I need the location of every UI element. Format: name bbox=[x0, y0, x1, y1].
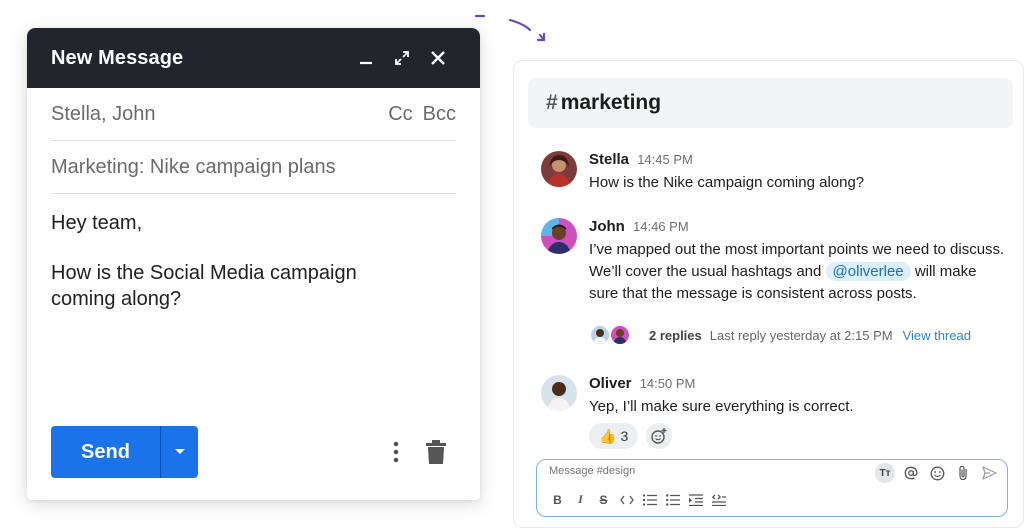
message-text: How is the Nike campaign coming along? bbox=[589, 174, 865, 191]
recipients-field[interactable]: Stella, John Cc Bcc bbox=[51, 88, 456, 141]
more-options-button[interactable] bbox=[376, 432, 416, 472]
format-toolbar: B I S bbox=[549, 491, 727, 508]
avatar-john[interactable] bbox=[541, 218, 577, 254]
compose-header: New Message bbox=[27, 28, 480, 88]
message-time: 14:50 PM bbox=[639, 376, 696, 391]
message-time: 14:45 PM bbox=[637, 152, 693, 167]
message-content: Stella 14:45 PM How is the Nike campaign… bbox=[589, 151, 864, 194]
cc-button[interactable]: Cc bbox=[388, 103, 412, 126]
close-button[interactable] bbox=[420, 40, 456, 76]
indent-icon[interactable] bbox=[687, 491, 704, 508]
close-icon bbox=[431, 51, 445, 65]
ordered-list-icon[interactable] bbox=[641, 491, 658, 508]
bullet-list-icon[interactable] bbox=[664, 491, 681, 508]
subject-field[interactable]: Marketing: Nike campaign plans bbox=[51, 141, 456, 194]
message-text: Yep, I’ll make sure everything is correc… bbox=[589, 398, 854, 415]
send-button[interactable]: Send bbox=[51, 426, 160, 478]
message-item: Oliver 14:50 PM Yep, I’ll make sure ever… bbox=[541, 375, 854, 418]
message-input[interactable] bbox=[549, 465, 879, 477]
thread-avatar-john bbox=[609, 324, 631, 346]
bcc-button[interactable]: Bcc bbox=[423, 103, 456, 126]
send-options-button[interactable] bbox=[160, 426, 198, 478]
compose-window: New Message Stella, John Cc Bcc Marketin… bbox=[27, 28, 480, 500]
channel-hash: # bbox=[546, 91, 558, 114]
text-format-icon[interactable]: Tт bbox=[875, 463, 895, 483]
emoji-icon[interactable] bbox=[927, 463, 947, 483]
subject-value: Marketing: Nike campaign plans bbox=[51, 155, 336, 178]
decorative-arrow bbox=[474, 14, 546, 42]
message-content: John 14:46 PM I’ve mapped out the most i… bbox=[589, 218, 1009, 305]
more-vertical-icon bbox=[393, 441, 399, 463]
avatar-stella[interactable] bbox=[541, 151, 577, 187]
message-body[interactable]: Hey team, How is the Social Media campai… bbox=[27, 194, 480, 312]
code-icon[interactable] bbox=[618, 491, 635, 508]
italic-icon[interactable]: I bbox=[572, 491, 589, 508]
code-block-icon[interactable] bbox=[710, 491, 727, 508]
expand-icon bbox=[395, 51, 409, 65]
reaction-thumbs-up[interactable]: 👍 3 bbox=[589, 423, 639, 449]
message-author[interactable]: John bbox=[589, 218, 625, 235]
channel-name: marketing bbox=[560, 91, 662, 114]
send-button-group: Send bbox=[51, 426, 198, 478]
reactions-row: 👍 3 bbox=[589, 423, 673, 449]
strikethrough-icon[interactable]: S bbox=[595, 491, 612, 508]
message-author[interactable]: Oliver bbox=[589, 375, 632, 392]
view-thread-link[interactable]: View thread bbox=[903, 328, 971, 343]
message-content: Oliver 14:50 PM Yep, I’ll make sure ever… bbox=[589, 375, 854, 418]
minimize-icon bbox=[360, 61, 372, 65]
reaction-count: 3 bbox=[620, 428, 629, 444]
user-mention[interactable]: @oliverlee bbox=[825, 262, 911, 281]
add-reaction-button[interactable] bbox=[646, 423, 673, 449]
body-question: How is the Social Media campaign coming … bbox=[51, 262, 357, 310]
at-icon[interactable] bbox=[901, 463, 921, 483]
message-item: Stella 14:45 PM How is the Nike campaign… bbox=[541, 151, 864, 194]
channel-header: # marketing bbox=[528, 78, 1013, 128]
message-item: John 14:46 PM I’ve mapped out the most i… bbox=[541, 218, 1009, 305]
attach-icon[interactable] bbox=[953, 463, 973, 483]
compose-title: New Message bbox=[51, 46, 184, 69]
chat-panel: # marketing Stella 14:45 PM How is the N… bbox=[513, 60, 1024, 528]
send-icon[interactable] bbox=[979, 463, 999, 483]
message-text: I’ve mapped out the most important point… bbox=[589, 239, 1009, 305]
expand-button[interactable] bbox=[384, 40, 420, 76]
bold-icon[interactable]: B bbox=[549, 491, 566, 508]
discard-button[interactable] bbox=[416, 432, 456, 472]
minimize-button[interactable] bbox=[348, 40, 384, 76]
recipients-value: Stella, John bbox=[51, 102, 156, 125]
body-greeting: Hey team, bbox=[51, 212, 143, 234]
thumbs-up-icon: 👍 bbox=[599, 427, 617, 444]
last-reply-time: Last reply yesterday at 2:15 PM bbox=[709, 327, 893, 343]
message-composer: Tт B I S bbox=[536, 459, 1008, 517]
trash-icon bbox=[426, 440, 446, 464]
message-author[interactable]: Stella bbox=[589, 151, 629, 168]
composer-actions: Tт bbox=[875, 463, 999, 483]
thread-avatar-oliver bbox=[589, 324, 611, 346]
chevron-down-icon bbox=[174, 449, 185, 454]
reply-count: 2 replies bbox=[649, 327, 702, 343]
compose-footer: Send bbox=[51, 426, 456, 478]
add-reaction-icon bbox=[651, 428, 667, 444]
message-time: 14:46 PM bbox=[633, 219, 689, 234]
thread-summary[interactable]: 2 replies Last reply yesterday at 2:15 P… bbox=[589, 324, 971, 346]
avatar-oliver[interactable] bbox=[541, 375, 577, 411]
